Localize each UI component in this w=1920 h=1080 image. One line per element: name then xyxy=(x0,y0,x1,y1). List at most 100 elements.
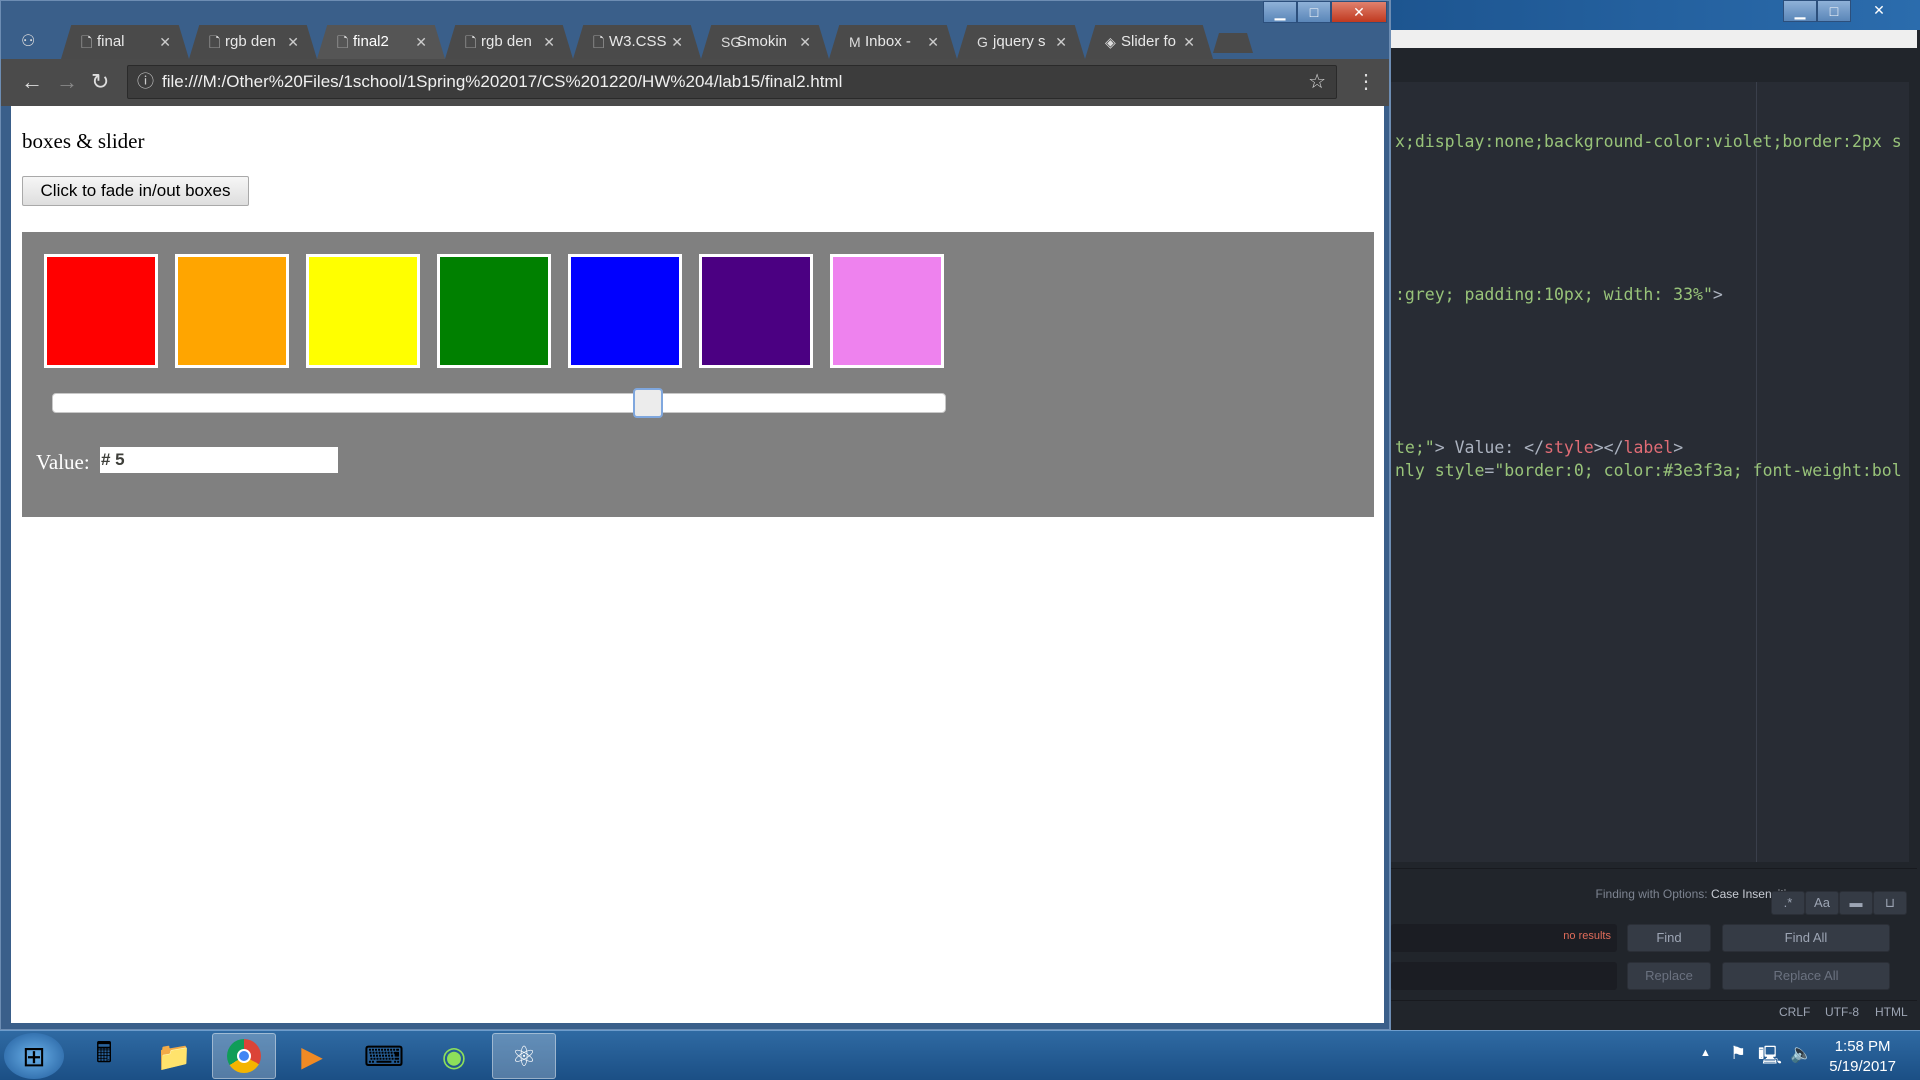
tab-close-icon[interactable]: ✕ xyxy=(799,25,811,59)
page-icon: 🗋 xyxy=(593,34,605,50)
page-icon: 🗋 xyxy=(465,34,477,50)
editor-maximize-button[interactable]: □ xyxy=(1817,0,1851,22)
code-token: x;display:none;background-color:violet;b… xyxy=(1395,132,1902,151)
tab-close-icon[interactable]: ✕ xyxy=(927,25,939,59)
value-field[interactable] xyxy=(100,447,338,473)
action-center-flag-icon[interactable]: ⚑ xyxy=(1730,1043,1746,1064)
tab-close-icon[interactable]: ✕ xyxy=(287,25,299,59)
start-button[interactable]: ⊞ xyxy=(4,1033,64,1079)
tab-close-icon[interactable]: ✕ xyxy=(543,25,555,59)
reload-button[interactable]: ↻ xyxy=(91,69,109,95)
close-window-button[interactable]: ✕ xyxy=(1331,1,1387,23)
tab-3[interactable]: 🗋 rgb den ✕ xyxy=(445,25,573,59)
editor-minimize-button[interactable]: ▁ xyxy=(1783,0,1817,22)
minimize-button[interactable]: ▁ xyxy=(1263,1,1297,23)
tab-8[interactable]: ◈ Slider fo ✕ xyxy=(1085,25,1213,59)
volume-icon[interactable]: 🔈 xyxy=(1790,1043,1812,1064)
color-box xyxy=(437,254,551,368)
tab-2[interactable]: 🗋 final2 ✕ xyxy=(317,25,445,59)
line-ending-status[interactable]: CRLF xyxy=(1779,1005,1810,1019)
boxes-panel: Value: xyxy=(22,232,1374,517)
find-options-text: Finding with Options: Case Insensitive xyxy=(1596,887,1799,901)
color-box xyxy=(44,254,158,368)
browser-window: ⚇ 🗋 final ✕ 🗋 rgb den ✕ 🗋 final2 ✕ 🗋 rgb den ✕ 🗋 W3.C… xyxy=(0,0,1390,1030)
menu-kebab-icon[interactable]: ⋮ xyxy=(1356,69,1376,94)
find-option-button[interactable]: Aa xyxy=(1805,891,1839,915)
find-option-button[interactable]: ▬ xyxy=(1839,891,1873,915)
editor-window-controls: ▁ □ ✕ xyxy=(1783,0,1907,24)
page-icon: 🗋 xyxy=(209,34,221,50)
editor-close-button[interactable]: ✕ xyxy=(1851,0,1907,22)
replace-button[interactable]: Replace xyxy=(1627,962,1711,990)
editor-window: ▁ □ ✕ x;display:none;background-color:vi… xyxy=(1390,0,1920,1030)
tab-close-icon[interactable]: ✕ xyxy=(1055,25,1067,59)
code-area[interactable]: x;display:none;background-color:violet;b… xyxy=(1391,82,1909,862)
tab-6[interactable]: M Inbox - ✕ xyxy=(829,25,957,59)
atom-editor-icon[interactable]: ⚛ xyxy=(492,1033,556,1079)
chrome-icon[interactable] xyxy=(212,1033,276,1079)
tab-label: Slider fo xyxy=(1121,33,1177,50)
grammar-status[interactable]: HTML xyxy=(1875,1005,1908,1019)
code-token: ></ xyxy=(1593,438,1624,457)
keyboard-icon[interactable]: ⌨ xyxy=(352,1033,416,1079)
tab-close-icon[interactable]: ✕ xyxy=(671,25,683,59)
code-line: x;display:none;background-color:violet;b… xyxy=(1395,132,1902,151)
media-player-icon[interactable]: ▶ xyxy=(280,1033,344,1079)
tab-label: final2 xyxy=(353,33,389,50)
tab-close-icon[interactable]: ✕ xyxy=(415,25,427,59)
encoding-status[interactable]: UTF-8 xyxy=(1825,1005,1859,1019)
show-hidden-icons[interactable]: ▲ xyxy=(1700,1047,1711,1059)
replace-all-button[interactable]: Replace All xyxy=(1722,962,1890,990)
network-icon[interactable]: 🖳 xyxy=(1758,1043,1782,1073)
maximize-button[interactable]: □ xyxy=(1297,1,1331,23)
taskbar: ⊞ 🖩 📁 ▶ ⌨ ◉ ⚛ ▲ ⚑ 🖳 🔈 1:58 PM 5/19/2017 xyxy=(0,1030,1920,1080)
tab-1[interactable]: 🗋 rgb den ✕ xyxy=(189,25,317,59)
tab-0[interactable]: 🗋 final ✕ xyxy=(61,25,189,59)
browser-toolbar: ← → ↻ ⓘ file:///M:/Other%20Files/1school… xyxy=(1,59,1389,106)
clock-time: 1:58 PM xyxy=(1834,1038,1891,1055)
tab-7[interactable]: Gjquery s ✕ xyxy=(957,25,1085,59)
file-explorer-icon[interactable]: 📁 xyxy=(142,1033,206,1079)
code-line: nly style="border:0; color:#3e3f3a; font… xyxy=(1395,461,1902,480)
globe-app-icon[interactable]: ◉ xyxy=(422,1033,486,1079)
find-options-label: Finding with Options: xyxy=(1595,887,1708,901)
page-heading: boxes & slider xyxy=(22,129,145,153)
tab-label: Inbox - xyxy=(865,33,911,50)
slider-thumb[interactable] xyxy=(633,388,663,418)
find-all-button[interactable]: Find All xyxy=(1722,924,1890,952)
tab-close-icon[interactable]: ✕ xyxy=(1183,25,1195,59)
find-panel: Finding with Options: Case Insensitive .… xyxy=(1391,868,1917,1000)
tab-close-icon[interactable]: ✕ xyxy=(159,25,171,59)
find-input[interactable]: no results xyxy=(1391,924,1617,952)
slider-track[interactable] xyxy=(52,393,946,413)
editor-tab-bar xyxy=(1391,48,1917,82)
forward-button[interactable]: → xyxy=(56,69,78,95)
clock[interactable]: 1:58 PM 5/19/2017 xyxy=(1829,1037,1896,1077)
tab-4[interactable]: 🗋 W3.CSS ✕ xyxy=(573,25,701,59)
tab-label: rgb den xyxy=(481,33,532,50)
code-line: te;"> Value: </style></label> xyxy=(1395,438,1683,457)
no-results-text: no results xyxy=(1563,930,1611,942)
tab-label: final xyxy=(97,33,125,50)
code-token: style xyxy=(1544,438,1594,457)
fade-toggle-button[interactable]: Click to fade in/out boxes xyxy=(22,176,249,206)
tab-5[interactable]: SG Smokin ✕ xyxy=(701,25,829,59)
window-controls: ▁ □ ✕ xyxy=(1263,1,1387,25)
incognito-icon: ⚇ xyxy=(21,33,36,50)
replace-input[interactable] xyxy=(1391,962,1617,990)
tab-label: jquery s xyxy=(993,33,1046,50)
color-box xyxy=(699,254,813,368)
address-bar[interactable]: ⓘ file:///M:/Other%20Files/1school/1Spri… xyxy=(127,65,1337,99)
new-tab-button[interactable] xyxy=(1213,33,1253,53)
gmail-icon: M xyxy=(849,34,861,50)
calculator-icon[interactable]: 🖩 xyxy=(72,1033,136,1079)
bookmark-star-icon[interactable]: ☆ xyxy=(1308,66,1326,98)
find-option-button[interactable]: ⊔ xyxy=(1873,891,1907,915)
google-icon: G xyxy=(977,34,988,50)
color-box xyxy=(568,254,682,368)
back-button[interactable]: ← xyxy=(21,69,43,95)
color-box xyxy=(306,254,420,368)
info-icon: ⓘ xyxy=(137,72,154,91)
find-button[interactable]: Find xyxy=(1627,924,1711,952)
find-option-button[interactable]: .* xyxy=(1771,891,1805,915)
